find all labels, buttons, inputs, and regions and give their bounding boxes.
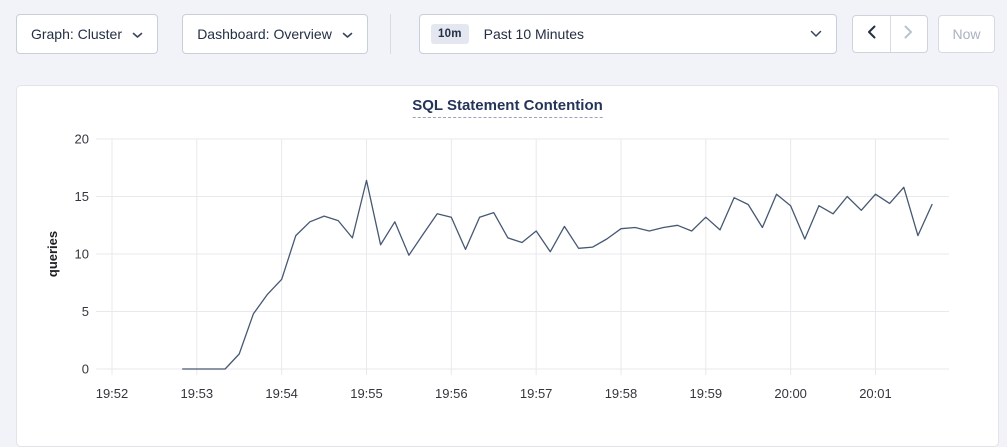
graph-source-label: Graph: Cluster [31, 26, 122, 42]
svg-text:19:58: 19:58 [605, 386, 638, 401]
graph-source-dropdown[interactable]: Graph: Cluster [16, 14, 158, 54]
svg-text:20:01: 20:01 [859, 386, 892, 401]
svg-text:19:55: 19:55 [350, 386, 383, 401]
svg-text:5: 5 [82, 304, 89, 319]
time-range-badge: 10m [431, 24, 469, 44]
dashboard-dropdown[interactable]: Dashboard: Overview [182, 14, 368, 54]
svg-text:19:59: 19:59 [690, 386, 723, 401]
time-shift-back-button[interactable] [853, 16, 890, 52]
time-range-picker[interactable]: 10m Past 10 Minutes [419, 14, 837, 54]
svg-text:20: 20 [75, 132, 89, 147]
chevron-down-icon [132, 26, 143, 42]
chevron-down-icon [810, 30, 822, 38]
svg-text:19:54: 19:54 [265, 386, 298, 401]
dashboard-label: Dashboard: Overview [197, 26, 332, 42]
svg-text:19:53: 19:53 [181, 386, 214, 401]
svg-text:19:56: 19:56 [435, 386, 468, 401]
now-button-label: Now [952, 26, 980, 42]
svg-text:15: 15 [75, 189, 89, 204]
chevron-down-icon [342, 26, 353, 42]
svg-text:0: 0 [82, 362, 89, 377]
time-range-label: Past 10 Minutes [484, 26, 584, 42]
toolbar-divider [390, 14, 391, 54]
svg-text:19:52: 19:52 [96, 386, 129, 401]
time-shift-forward-button[interactable] [890, 16, 928, 52]
svg-text:20:00: 20:00 [774, 386, 807, 401]
svg-text:10: 10 [75, 247, 89, 262]
now-button[interactable]: Now [938, 15, 995, 53]
sql-statement-contention-chart: 19:52 19:53 19:54 19:55 19:56 19:57 19:58 19:59… [17, 86, 998, 431]
svg-text:queries: queries [45, 231, 60, 277]
svg-text:19:57: 19:57 [520, 386, 553, 401]
time-shift-button-group [852, 15, 928, 53]
chevron-right-icon [904, 25, 913, 44]
chart-card: SQL Statement Contention 19:5219:5319:54… [16, 85, 999, 447]
chevron-left-icon [867, 25, 876, 44]
metrics-toolbar: Graph: Cluster Dashboard: Overview 10m P… [16, 14, 995, 54]
